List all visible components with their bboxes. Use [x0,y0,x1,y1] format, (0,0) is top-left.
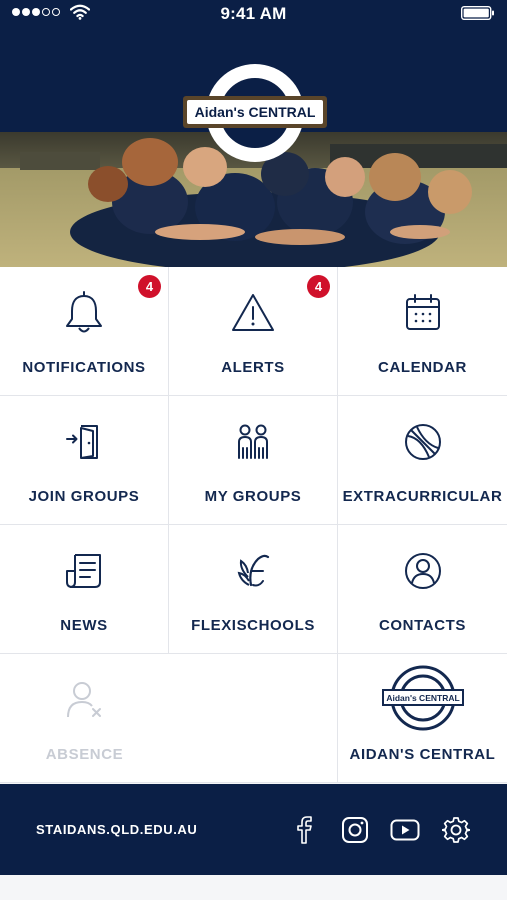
newspaper-icon [66,554,101,588]
join-groups-tile[interactable]: JOIN GROUPS [0,396,169,525]
user-circle-icon [404,553,441,589]
warning-icon [232,294,274,331]
flexischools-tile[interactable]: FLEXISCHOOLS [169,525,338,654]
people-icon [238,424,268,459]
user-remove-icon [66,682,101,718]
alerts-badge: 4 [307,275,330,298]
website-link[interactable]: STAIDANS.QLD.EDU.AU [36,822,197,837]
alerts-tile[interactable]: 4 ALERTS [169,267,338,396]
alerts-label: ALERTS [221,359,285,376]
calendar-label: CALENDAR [378,359,467,376]
logo-text: Aidan's CENTRAL [195,104,316,120]
news-tile[interactable]: NEWS [0,525,169,654]
extracurricular-tile[interactable]: EXTRACURRICULAR [338,396,507,525]
school-logo: Aidan's CENTRAL [180,58,330,175]
extracurricular-label: EXTRACURRICULAR [342,488,503,505]
calendar-icon [405,294,440,330]
bell-icon [66,291,102,333]
settings-button[interactable] [441,815,471,845]
notifications-badge: 4 [138,275,161,298]
footer: STAIDANS.QLD.EDU.AU [0,784,507,875]
news-label: NEWS [60,617,108,634]
battery-icon [461,6,494,20]
contacts-label: CONTACTS [378,617,466,634]
contacts-tile[interactable]: CONTACTS [338,525,507,654]
join-groups-label: JOIN GROUPS [28,488,140,505]
gear-icon [442,817,470,843]
aidans-central-tile[interactable]: Aidan's CENTRAL AIDAN'S CENTRAL [338,654,507,783]
absence-tile[interactable]: ABSENCE [0,654,338,783]
door-enter-icon [66,425,98,459]
status-time: 9:41 AM [220,4,287,23]
instagram-icon [342,817,368,843]
facebook-icon [297,816,312,844]
my-groups-tile[interactable]: MY GROUPS [169,396,338,525]
calendar-tile[interactable]: CALENDAR [338,267,507,396]
basketball-icon [404,424,441,460]
aidans-central-logo: Aidan's CENTRAL [381,665,464,731]
notifications-label: NOTIFICATIONS [22,359,146,376]
notifications-tile[interactable]: 4 NOTIFICATIONS [0,267,169,396]
status-bar: 9:41 AM [0,0,507,26]
flexischools-icon [237,554,270,587]
facebook-button[interactable] [290,815,320,845]
absence-label: ABSENCE [45,746,124,763]
my-groups-label: MY GROUPS [204,488,302,505]
instagram-button[interactable] [340,815,370,845]
youtube-button[interactable] [390,815,420,845]
aidans-central-label: AIDAN'S CENTRAL [349,746,496,763]
menu-grid: 4 NOTIFICATIONS 4 ALERTS CALENDAR JOIN G… [0,267,507,783]
mini-logo-text: Aidan's CENTRAL [386,693,459,703]
flexischools-label: FLEXISCHOOLS [191,617,315,634]
youtube-icon [390,819,420,841]
bottom-strip [0,875,507,900]
